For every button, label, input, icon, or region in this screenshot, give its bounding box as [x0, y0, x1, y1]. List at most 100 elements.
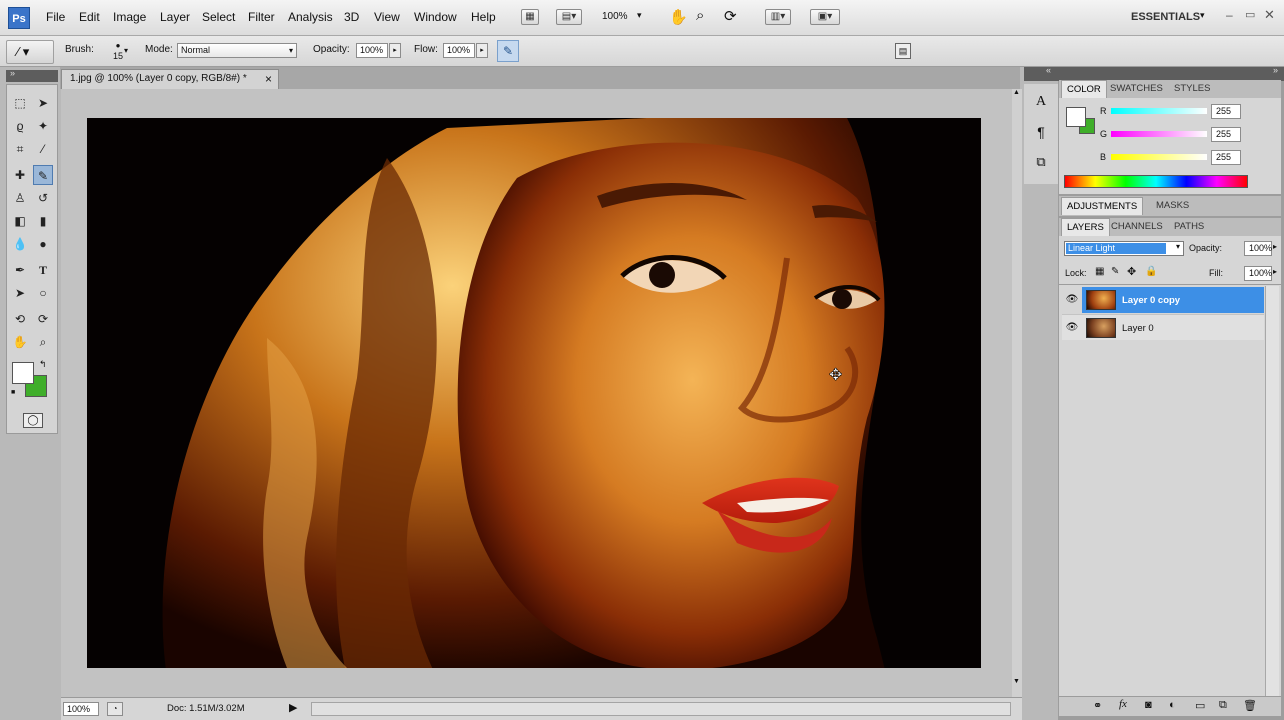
scroll-up-icon[interactable]: ▲ [1013, 89, 1020, 96]
flow-slider-icon[interactable]: ▸ [476, 43, 488, 58]
fill-slider-icon[interactable]: ▸ [1273, 267, 1277, 276]
layers-scrollbar[interactable] [1265, 286, 1279, 696]
layer-row-layer-0-copy[interactable]: 👁 Layer 0 copy [1062, 287, 1264, 313]
color-panel-foreground-swatch[interactable] [1066, 107, 1086, 127]
menu-window[interactable]: Window [414, 10, 457, 24]
opacity-input[interactable]: 100% [356, 43, 388, 58]
extras-icon[interactable]: ▤▾ [556, 9, 582, 25]
vertical-scrollbar[interactable]: ▲ ▼ [1012, 89, 1022, 697]
rotate-view-icon[interactable]: ⟳ [724, 7, 737, 25]
delete-layer-icon[interactable]: 🗑 [1243, 699, 1257, 712]
layer-name[interactable]: Layer 0 [1122, 323, 1154, 334]
marquee-tool-icon[interactable]: ⬚ [10, 93, 30, 113]
menu-edit[interactable]: Edit [79, 10, 100, 24]
tab-channels[interactable]: CHANNELS [1106, 218, 1168, 236]
flow-input[interactable]: 100% [443, 43, 475, 58]
tab-styles[interactable]: STYLES [1169, 80, 1215, 98]
status-zoom-input[interactable]: 100% [63, 702, 99, 716]
minimize-icon[interactable]: – [1226, 8, 1233, 22]
hand-tool-icon[interactable]: ✋ [669, 8, 688, 26]
menu-select[interactable]: Select [202, 10, 235, 24]
close-document-icon[interactable]: × [265, 70, 272, 88]
arrange-documents-icon[interactable]: ▥▾ [765, 9, 791, 25]
zoom-tool-icon[interactable]: ⌕ [33, 332, 53, 352]
channel-b-slider[interactable] [1111, 154, 1207, 160]
menu-help[interactable]: Help [471, 10, 496, 24]
lock-pixels-icon[interactable]: ✎ [1111, 266, 1119, 277]
tab-masks[interactable]: MASKS [1151, 197, 1194, 215]
lock-position-icon[interactable]: ✥ [1127, 265, 1136, 278]
channel-g-input[interactable]: 255 [1211, 127, 1241, 142]
status-menu-arrow-icon[interactable]: ▶ [289, 701, 297, 714]
collapse-toolbox-icon[interactable]: » [10, 68, 15, 78]
channel-b-input[interactable]: 255 [1211, 150, 1241, 165]
document-tab[interactable]: 1.jpg @ 100% (Layer 0 copy, RGB/8#) * × [61, 69, 279, 89]
tool-preset-picker-icon[interactable]: ⁄ ▾ [6, 40, 54, 64]
lock-transparency-icon[interactable]: ▦ [1095, 266, 1104, 277]
healing-brush-icon[interactable]: ✚ [10, 165, 30, 185]
toolbox-header[interactable]: » [6, 68, 58, 82]
color-spectrum-ramp[interactable] [1064, 175, 1248, 188]
icon-dock-header[interactable]: « [1024, 65, 1058, 81]
history-brush-icon[interactable]: ↺ [33, 188, 53, 208]
lock-all-icon[interactable]: 🔒 [1145, 266, 1157, 277]
menu-file[interactable]: File [46, 10, 65, 24]
tab-swatches[interactable]: SWATCHES [1105, 80, 1168, 98]
menu-analysis[interactable]: Analysis [288, 10, 333, 24]
status-info-icon[interactable]: ◔ [107, 702, 123, 716]
eraser-icon[interactable]: ◧ [10, 211, 30, 231]
panel-dock-header[interactable]: » [1058, 65, 1284, 81]
channel-r-input[interactable]: 255 [1211, 104, 1241, 119]
layer-opacity-input[interactable]: 100% [1244, 241, 1272, 256]
layer-row-layer-0[interactable]: 👁 Layer 0 [1062, 314, 1264, 340]
workspace-switcher[interactable]: ESSENTIALS [1131, 11, 1200, 23]
channel-r-slider[interactable] [1111, 108, 1207, 114]
eyedropper-icon[interactable]: ⁄ [33, 139, 53, 159]
bridge-icon[interactable]: ▦ [521, 9, 539, 25]
quick-mask-icon[interactable]: ◯ [23, 413, 43, 428]
scroll-down-icon[interactable]: ▼ [1013, 678, 1020, 685]
tab-paths[interactable]: PATHS [1169, 218, 1209, 236]
3d-rotate-icon[interactable]: ⟲ [10, 309, 30, 329]
menu-view[interactable]: View [374, 10, 400, 24]
new-group-icon[interactable]: ▭ [1195, 699, 1205, 712]
blend-mode-select[interactable]: Linear Light ▾ [1064, 241, 1184, 256]
path-selection-icon[interactable]: ➤ [10, 283, 30, 303]
zoom-level[interactable]: 100% [602, 11, 628, 22]
document-canvas[interactable]: ✥ [87, 118, 981, 668]
menu-filter[interactable]: Filter [248, 10, 275, 24]
brush-tool-icon[interactable]: ✎ [33, 165, 53, 185]
brush-dropdown-icon[interactable]: ▾ [124, 46, 128, 55]
clone-stamp-icon[interactable]: ♙ [10, 188, 30, 208]
fx-icon[interactable]: fx [1119, 698, 1127, 710]
foreground-color-swatch[interactable] [12, 362, 34, 384]
airbrush-icon[interactable]: ✎ [497, 40, 519, 62]
crop-tool-icon[interactable]: ⌗ [10, 139, 30, 159]
brush-picker[interactable]: ● 15 [101, 40, 135, 64]
workspace-dropdown-icon[interactable]: ▾ [1200, 10, 1205, 21]
collapse-dock-icon[interactable]: » [1273, 65, 1278, 75]
screen-mode-icon[interactable]: ▣▾ [810, 9, 840, 25]
menu-image[interactable]: Image [113, 10, 146, 24]
tab-adjustments[interactable]: ADJUSTMENTS [1061, 197, 1144, 215]
paragraph-panel-icon[interactable]: ¶ [1032, 124, 1050, 142]
lasso-tool-icon[interactable]: ϱ [10, 116, 30, 136]
maximize-icon[interactable]: ▭ [1245, 8, 1255, 21]
tab-layers[interactable]: LAYERS [1061, 218, 1110, 236]
fill-input[interactable]: 100% [1244, 266, 1272, 281]
layer-opacity-slider-icon[interactable]: ▸ [1273, 242, 1277, 251]
link-layers-icon[interactable]: ⚭ [1093, 699, 1102, 712]
blur-tool-icon[interactable]: 💧 [10, 234, 30, 254]
zoom-tool-icon[interactable]: ⌕ [696, 7, 704, 24]
clone-source-panel-icon[interactable]: ⧉ [1032, 154, 1050, 172]
pen-tool-icon[interactable]: ✒ [10, 260, 30, 280]
visibility-eye-icon[interactable]: 👁 [1062, 315, 1082, 341]
new-layer-icon[interactable]: ⧉ [1219, 699, 1227, 712]
menu-layer[interactable]: Layer [160, 10, 190, 24]
horizontal-scrollbar[interactable] [311, 702, 1011, 716]
zoom-dropdown-icon[interactable]: ▾ [637, 10, 642, 21]
shape-tool-icon[interactable]: ○ [33, 283, 53, 303]
magic-wand-icon[interactable]: ✦ [33, 116, 53, 136]
opacity-slider-icon[interactable]: ▸ [389, 43, 401, 58]
layer-name[interactable]: Layer 0 copy [1122, 295, 1180, 306]
